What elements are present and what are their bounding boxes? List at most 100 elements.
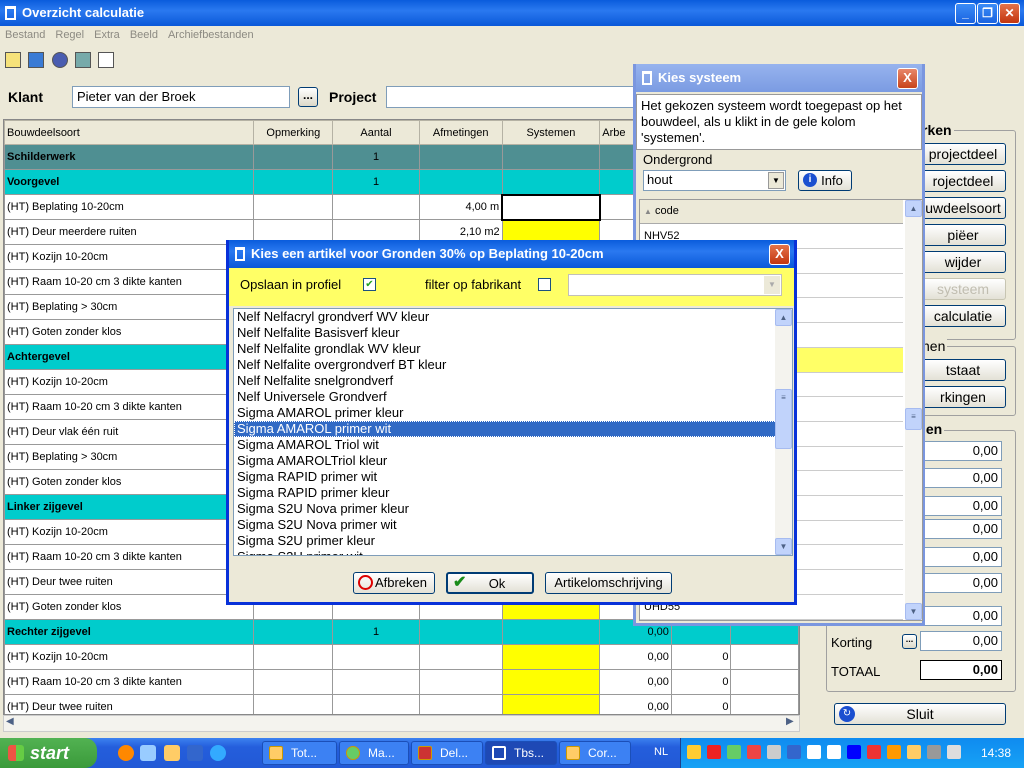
tray-icon[interactable] (807, 745, 821, 759)
code-list-scrollbar[interactable]: ▲ ≡ ▼ (905, 200, 922, 620)
copy-icon[interactable] (98, 52, 114, 68)
tray-icon[interactable] (907, 745, 921, 759)
folder-icon[interactable] (164, 745, 180, 761)
systeem-button[interactable]: systeem (920, 278, 1006, 300)
col-opmerking[interactable]: Opmerking (253, 120, 334, 145)
total-value-field[interactable]: 0,00 (920, 441, 1002, 461)
menu-regel[interactable]: Regel (50, 26, 89, 44)
cell-bouwdeelsoort[interactable]: Achtergevel (4, 344, 255, 370)
tray-icon[interactable] (827, 745, 841, 759)
cell-arbe[interactable]: 0,00 (599, 694, 672, 714)
menu-beeld[interactable]: Beeld (125, 26, 163, 44)
cell-bouwdeelsoort[interactable]: (HT) Beplating 10-20cm (4, 194, 255, 220)
projectdeel-button-1[interactable]: projectdeel (920, 143, 1006, 165)
firefox-icon[interactable] (118, 745, 134, 761)
tray-icon[interactable] (787, 745, 801, 759)
cell-arbe[interactable]: 0,00 (599, 644, 672, 670)
cell-bouwdeelsoort[interactable]: Voorgevel (4, 169, 255, 195)
tray-icon[interactable] (867, 745, 881, 759)
cell-systemen[interactable] (501, 694, 601, 714)
ondergrond-select[interactable]: hout ▼ (643, 170, 786, 191)
save-icon[interactable] (187, 745, 203, 761)
menu-extra[interactable]: Extra (89, 26, 125, 44)
cell-systemen[interactable] (501, 193, 601, 221)
cell-bouwdeelsoort[interactable]: (HT) Raam 10-20 cm 3 dikte kanten (4, 669, 255, 695)
table-row[interactable]: (HT) Kozijn 10-20cm 0,00 0 (4, 644, 799, 670)
minimize-button[interactable]: _ (955, 3, 976, 24)
cell-aantal[interactable] (332, 694, 420, 714)
cell-opmerking[interactable] (253, 194, 334, 220)
opmerkingen-button[interactable]: rkingen (920, 386, 1006, 408)
task-tbs[interactable]: Tbs... (485, 741, 557, 765)
cell-afmetingen[interactable] (418, 669, 503, 695)
tray-icon[interactable] (887, 745, 901, 759)
settings-icon[interactable] (52, 52, 68, 68)
cell-bouwdeelsoort[interactable]: (HT) Goten zonder klos (4, 594, 255, 620)
artikel-list-item[interactable]: Sigma AMAROLTriol kleur (234, 453, 777, 469)
cell-bouwdeelsoort[interactable]: (HT) Raam 10-20 cm 3 dikte kanten (4, 394, 255, 420)
artikel-list-item[interactable]: Sigma AMAROL primer kleur (234, 405, 777, 421)
info-button[interactable]: i Info (798, 170, 852, 191)
tray-icon[interactable] (947, 745, 961, 759)
task-tot[interactable]: Tot... (262, 741, 337, 765)
cell-systemen[interactable] (501, 169, 601, 195)
artikel-list-item[interactable]: Sigma S2U primer wit (234, 549, 777, 555)
kies-systeem-close-button[interactable]: X (897, 68, 918, 89)
cell-systemen[interactable] (501, 619, 601, 645)
cell-aantal[interactable]: 1 (332, 144, 420, 170)
artikel-list-item[interactable]: Sigma RAPID primer wit (234, 469, 777, 485)
ie-icon[interactable] (210, 745, 226, 761)
calculatie-button[interactable]: calculatie (920, 305, 1006, 327)
artikel-list-item[interactable]: Nelf Nelfalite overgrondverf BT kleur (234, 357, 777, 373)
cell-extra[interactable]: 0 (670, 669, 732, 695)
cell-aantal[interactable]: 1 (332, 169, 420, 195)
cell-opmerking[interactable] (253, 669, 334, 695)
total-value-field[interactable]: 0,00 (920, 468, 1002, 488)
scroll-up-icon[interactable]: ▲ (775, 309, 792, 326)
cell-aantal[interactable]: 1 (332, 619, 420, 645)
chevron-down-icon[interactable]: ▼ (764, 276, 780, 294)
menu-archiefbestanden[interactable]: Archiefbestanden (163, 26, 259, 44)
cell-afmetingen[interactable] (418, 644, 503, 670)
cell-extra-2[interactable] (730, 694, 799, 714)
ok-button[interactable]: ✔ Ok (446, 572, 534, 594)
cell-bouwdeelsoort[interactable]: (HT) Raam 10-20 cm 3 dikte kanten (4, 269, 255, 295)
total-value-field[interactable]: 0,00 (920, 573, 1002, 593)
sluit-button[interactable]: ↻ Sluit (834, 703, 1006, 725)
menu-bestand[interactable]: Bestand (0, 26, 50, 44)
tray-icon[interactable] (767, 745, 781, 759)
artikel-list-item[interactable]: Nelf Nelfalite grondlak WV kleur (234, 341, 777, 357)
cell-afmetingen[interactable]: 4,00 m (418, 194, 503, 220)
korting-field[interactable]: 0,00 (920, 631, 1002, 651)
artikel-list-item[interactable]: Sigma S2U Nova primer kleur (234, 501, 777, 517)
explorer-icon[interactable] (140, 745, 156, 761)
klant-field[interactable]: Pieter van der Broek (72, 86, 290, 108)
task-cor[interactable]: Cor... (559, 741, 631, 765)
afbreken-button[interactable]: Afbreken (353, 572, 435, 594)
artikel-list-scrollbar[interactable]: ▲ ≡ ▼ (775, 309, 792, 555)
cell-bouwdeelsoort[interactable]: Linker zijgevel (4, 494, 255, 520)
cell-bouwdeelsoort[interactable]: Schilderwerk (4, 144, 255, 170)
fabrikant-select[interactable]: ▼ (568, 274, 782, 296)
total-value-field[interactable]: 0,00 (920, 496, 1002, 516)
code-header[interactable]: ▲ code (640, 200, 903, 224)
opslaan-checkbox[interactable]: ✔ (363, 278, 376, 291)
language-indicator[interactable]: NL (654, 746, 668, 758)
verwijder-button[interactable]: wijder (920, 251, 1006, 273)
cell-bouwdeelsoort[interactable]: (HT) Kozijn 10-20cm (4, 369, 255, 395)
cell-bouwdeelsoort[interactable]: (HT) Deur twee ruiten (4, 694, 255, 714)
cell-arbe[interactable]: 0,00 (599, 669, 672, 695)
total-value-field[interactable]: 0,00 (920, 519, 1002, 539)
staat-button[interactable]: tstaat (920, 359, 1006, 381)
kopieer-button[interactable]: piëer (920, 224, 1006, 246)
chevron-down-icon[interactable]: ▼ (768, 172, 784, 189)
artikel-list-item[interactable]: Sigma RAPID primer kleur (234, 485, 777, 501)
task-del[interactable]: Del... (411, 741, 483, 765)
tray-icon[interactable] (687, 745, 701, 759)
cell-opmerking[interactable] (253, 644, 334, 670)
klant-lookup-button[interactable]: ... (298, 87, 318, 107)
bouwdeelsoort-button[interactable]: uwdeelsoort (920, 197, 1006, 219)
cell-bouwdeelsoort[interactable]: (HT) Raam 10-20 cm 3 dikte kanten (4, 544, 255, 570)
cell-bouwdeelsoort[interactable]: (HT) Goten zonder klos (4, 469, 255, 495)
col-systemen[interactable]: Systemen (501, 120, 601, 145)
